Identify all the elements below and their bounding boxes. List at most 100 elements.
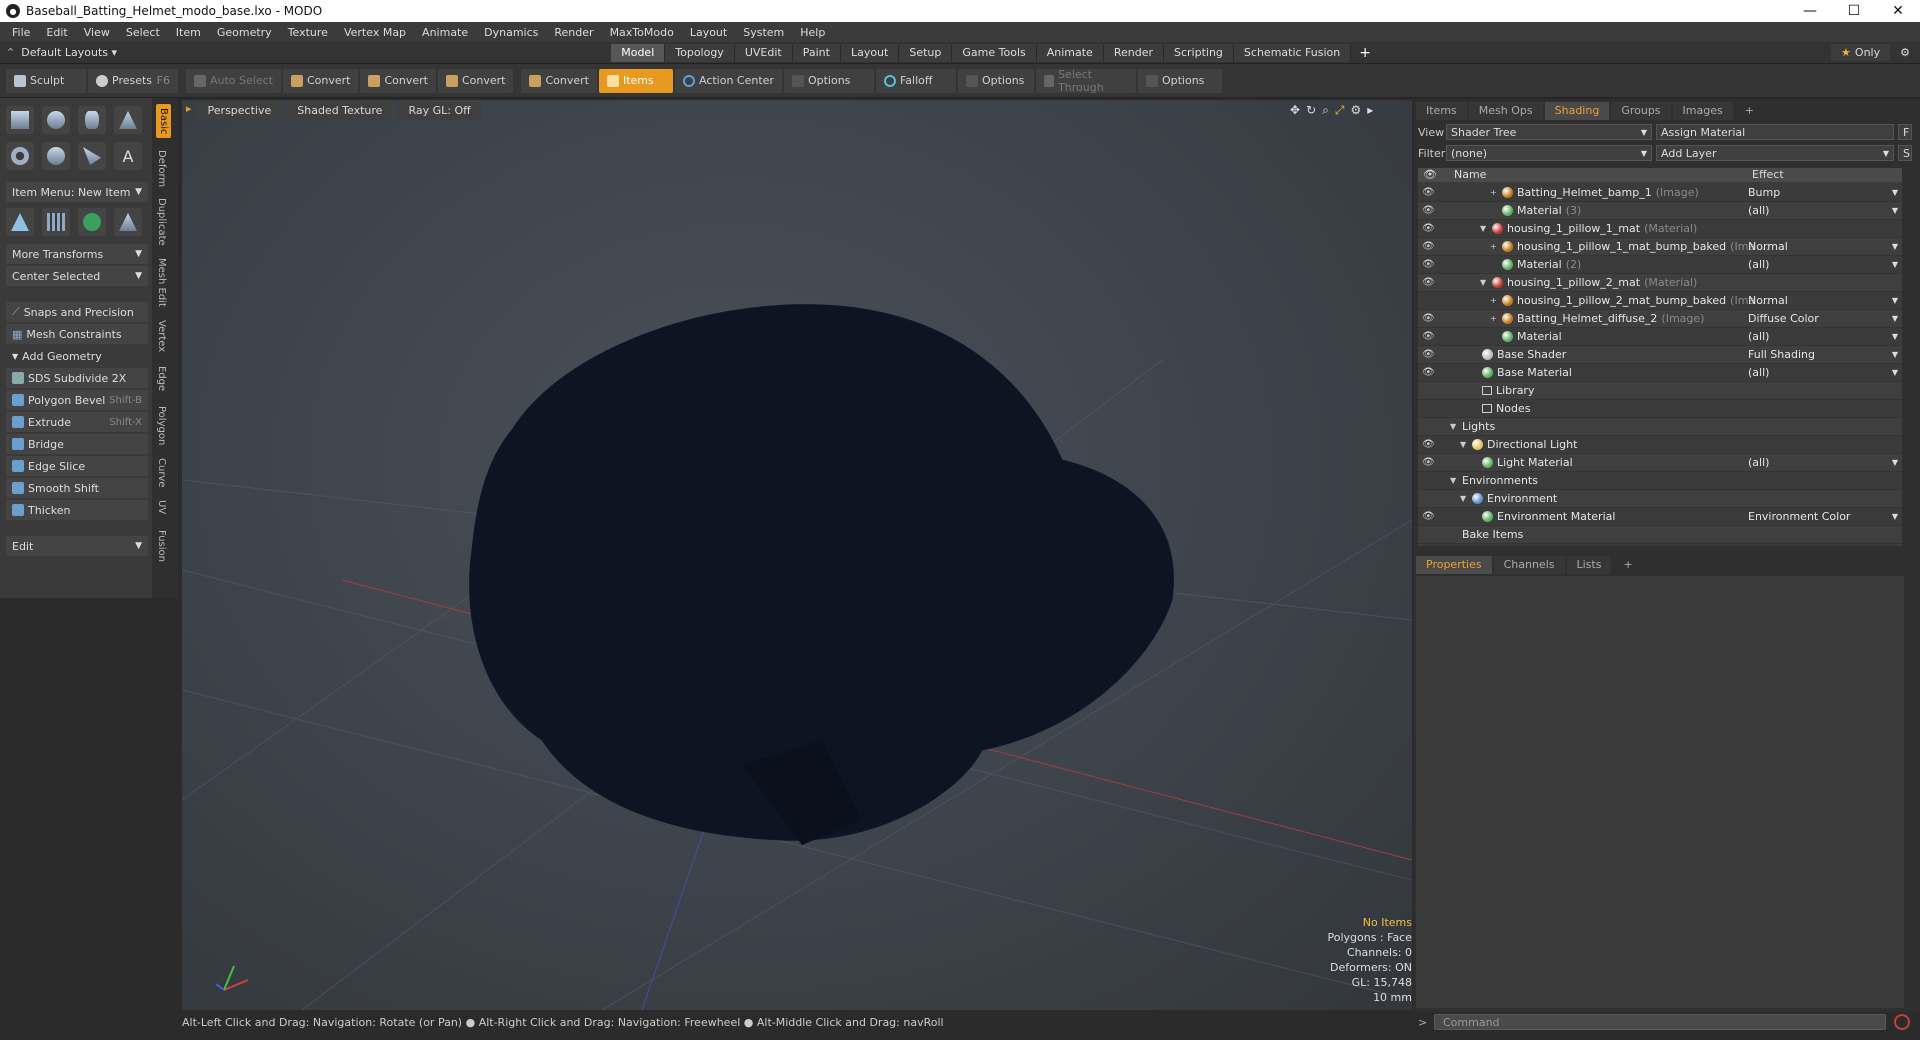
effect-dropdown[interactable]: Environment Color — [1748, 510, 1850, 523]
shader-tree-row[interactable]: Nodes — [1418, 400, 1902, 418]
vtab-edge[interactable]: Edge — [156, 366, 167, 391]
smooth-shift-button[interactable]: Smooth Shift — [6, 478, 148, 498]
vtab-basic[interactable]: Basic — [156, 104, 171, 139]
menu-edit[interactable]: Edit — [38, 26, 75, 39]
expand-toggle-icon[interactable]: ▼ — [1450, 422, 1458, 431]
tab-mesh-ops[interactable]: Mesh Ops — [1468, 102, 1543, 120]
effect-dropdown[interactable]: (all) — [1748, 330, 1769, 343]
expand-toggle-icon[interactable]: + — [1490, 296, 1498, 305]
effect-column-header[interactable]: Effect — [1748, 168, 1784, 182]
convert-items-button[interactable]: Convert — [521, 68, 597, 93]
falloff-button[interactable]: Falloff — [875, 68, 956, 93]
tab-paint[interactable]: Paint — [792, 43, 841, 62]
tab-setup[interactable]: Setup — [899, 43, 953, 62]
vtab-deform[interactable]: Deform — [156, 150, 167, 187]
items-mode-button[interactable]: Items — [598, 68, 673, 93]
visibility-eye-icon[interactable]: 👁 — [1422, 205, 1435, 216]
transform-gizmo-icon[interactable] — [6, 208, 34, 236]
edit-dropdown[interactable]: Edit ▼ — [6, 536, 148, 556]
effect-dropdown[interactable]: Bump — [1748, 186, 1780, 199]
expand-toggle-icon[interactable]: ▼ — [1460, 440, 1468, 449]
expand-toggle-icon[interactable]: + — [1490, 188, 1498, 197]
effect-dropdown[interactable]: Normal — [1748, 240, 1788, 253]
default-layouts-dropdown[interactable]: Default Layouts ▾ — [21, 46, 611, 59]
tab-topology[interactable]: Topology — [665, 43, 735, 62]
auto-select-button[interactable]: Auto Select — [186, 68, 281, 93]
visibility-eye-icon[interactable]: 👁 — [1422, 331, 1435, 342]
visibility-eye-icon[interactable]: 👁 — [1422, 277, 1435, 288]
viewport-menu-icon[interactable]: ▸ — [186, 102, 192, 120]
vtab-uv[interactable]: UV — [156, 500, 167, 514]
maximize-icon[interactable]: ☐ — [1832, 0, 1876, 22]
tab-groups[interactable]: Groups — [1611, 102, 1671, 120]
effect-dropdown[interactable]: Full Shading — [1748, 348, 1815, 361]
vtab-duplicate[interactable]: Duplicate — [156, 198, 167, 246]
add-layout-button[interactable]: + — [1351, 45, 1379, 61]
shader-tree-row[interactable]: 👁 ▼ housing_1_pillow_2_mat (Material) — [1418, 274, 1902, 292]
vtab-curve[interactable]: Curve — [156, 458, 167, 488]
visibility-eye-icon[interactable]: 👁 — [1422, 313, 1435, 324]
menu-animate[interactable]: Animate — [414, 26, 476, 39]
close-icon[interactable]: ✕ — [1876, 0, 1920, 22]
effect-dropdown[interactable]: Diffuse Color — [1748, 312, 1819, 325]
visibility-eye-icon[interactable]: 👁 — [1422, 349, 1435, 360]
tab-items[interactable]: Items — [1416, 102, 1467, 120]
snaps-precision-button[interactable]: ⟋ Snaps and Precision — [6, 302, 148, 322]
assign-material-button[interactable]: Assign Material — [1656, 124, 1894, 140]
shader-tree-row[interactable]: 👁 ▼ housing_1_pillow_1_mat (Material) — [1418, 220, 1902, 238]
action-center-button[interactable]: Action Center — [674, 68, 782, 93]
menu-select[interactable]: Select — [118, 26, 168, 39]
item-menu-dropdown[interactable]: Item Menu: New Item ▼ — [6, 182, 148, 202]
menu-vertex-map[interactable]: Vertex Map — [336, 26, 414, 39]
add-geometry-header[interactable]: ▼ Add Geometry — [6, 346, 148, 366]
shader-tree-row[interactable]: 👁 Base Material (all) ▼ — [1418, 364, 1902, 382]
shader-tree-row[interactable]: 👁 + Batting_Helmet_diffuse_2 (Image) Diffuse… — [1418, 310, 1902, 328]
shader-tree-row[interactable]: 👁 + Batting_Helmet_bamp_1 (Image) Bump ▼ — [1418, 184, 1902, 202]
shader-tree-row[interactable]: + housing_1_pillow_2_mat_bump_baked (Ima .… — [1418, 292, 1902, 310]
expand-toggle-icon[interactable]: ▼ — [1460, 494, 1468, 503]
pyramid-icon[interactable] — [114, 208, 142, 236]
menu-layout[interactable]: Layout — [682, 26, 735, 39]
menu-texture[interactable]: Texture — [280, 26, 336, 39]
tab-render[interactable]: Render — [1103, 43, 1164, 62]
command-input[interactable]: Command — [1434, 1014, 1886, 1030]
only-toggle[interactable]: ★ Only — [1831, 44, 1891, 61]
shader-tree-row[interactable]: 👁 Base Shader Full Shading ▼ — [1418, 346, 1902, 364]
vtab-mesh-edit[interactable]: Mesh Edit — [156, 258, 167, 307]
tab-game-tools[interactable]: Game Tools — [952, 43, 1037, 62]
viewport-settings-icon[interactable]: ⚙ — [1350, 103, 1361, 118]
menu-help[interactable]: Help — [792, 26, 833, 39]
menu-maxtomodo[interactable]: MaxToModo — [602, 26, 682, 39]
tab-schematic-fusion[interactable]: Schematic Fusion — [1233, 43, 1352, 62]
vtab-polygon[interactable]: Polygon — [156, 406, 167, 445]
perspective-dropdown[interactable]: Perspective — [197, 102, 282, 120]
visibility-eye-icon[interactable]: 👁 — [1422, 259, 1435, 270]
pan-icon[interactable]: ✥ — [1290, 103, 1300, 118]
center-selected-dropdown[interactable]: Center Selected ▼ — [6, 266, 148, 286]
cylinder-primitive-icon[interactable] — [78, 106, 106, 134]
gear-icon[interactable]: ⚙ — [1890, 46, 1920, 59]
expand-toggle-icon[interactable]: ▼ — [1480, 278, 1488, 287]
f-button[interactable]: F — [1898, 124, 1912, 140]
mesh-constraints-button[interactable]: ▦ Mesh Constraints — [6, 324, 148, 344]
effect-dropdown[interactable]: (all) — [1748, 456, 1769, 469]
convert-vertices-button[interactable]: Convert — [282, 68, 359, 93]
filter-dropdown[interactable]: (none) ▼ — [1446, 145, 1652, 161]
visibility-eye-icon[interactable]: 👁 — [1422, 511, 1435, 522]
3d-viewport[interactable] — [182, 100, 1412, 1010]
menu-view[interactable]: View — [76, 26, 118, 39]
maximize-viewport-icon[interactable]: ⤢ — [1335, 103, 1345, 118]
extrude-button[interactable]: Extrude Shift-X — [6, 412, 148, 432]
menu-geometry[interactable]: Geometry — [209, 26, 280, 39]
shader-tree-row[interactable]: 👁 + housing_1_pillow_1_mat_bump_baked (Ima … — [1418, 238, 1902, 256]
shader-tree-row[interactable]: 👁 Material (all) ▼ — [1418, 328, 1902, 346]
bridge-button[interactable]: Bridge — [6, 434, 148, 454]
capsule-primitive-icon[interactable] — [42, 142, 70, 170]
visibility-eye-icon[interactable]: 👁 — [1422, 457, 1435, 468]
polygon-bevel-button[interactable]: Polygon Bevel Shift-B — [6, 390, 148, 410]
cube-primitive-icon[interactable] — [6, 106, 34, 134]
pen-tool-icon[interactable] — [78, 142, 106, 170]
edge-slice-button[interactable]: Edge Slice — [6, 456, 148, 476]
expand-toggle-icon[interactable]: + — [1490, 242, 1498, 251]
record-macro-icon[interactable] — [1894, 1014, 1910, 1030]
